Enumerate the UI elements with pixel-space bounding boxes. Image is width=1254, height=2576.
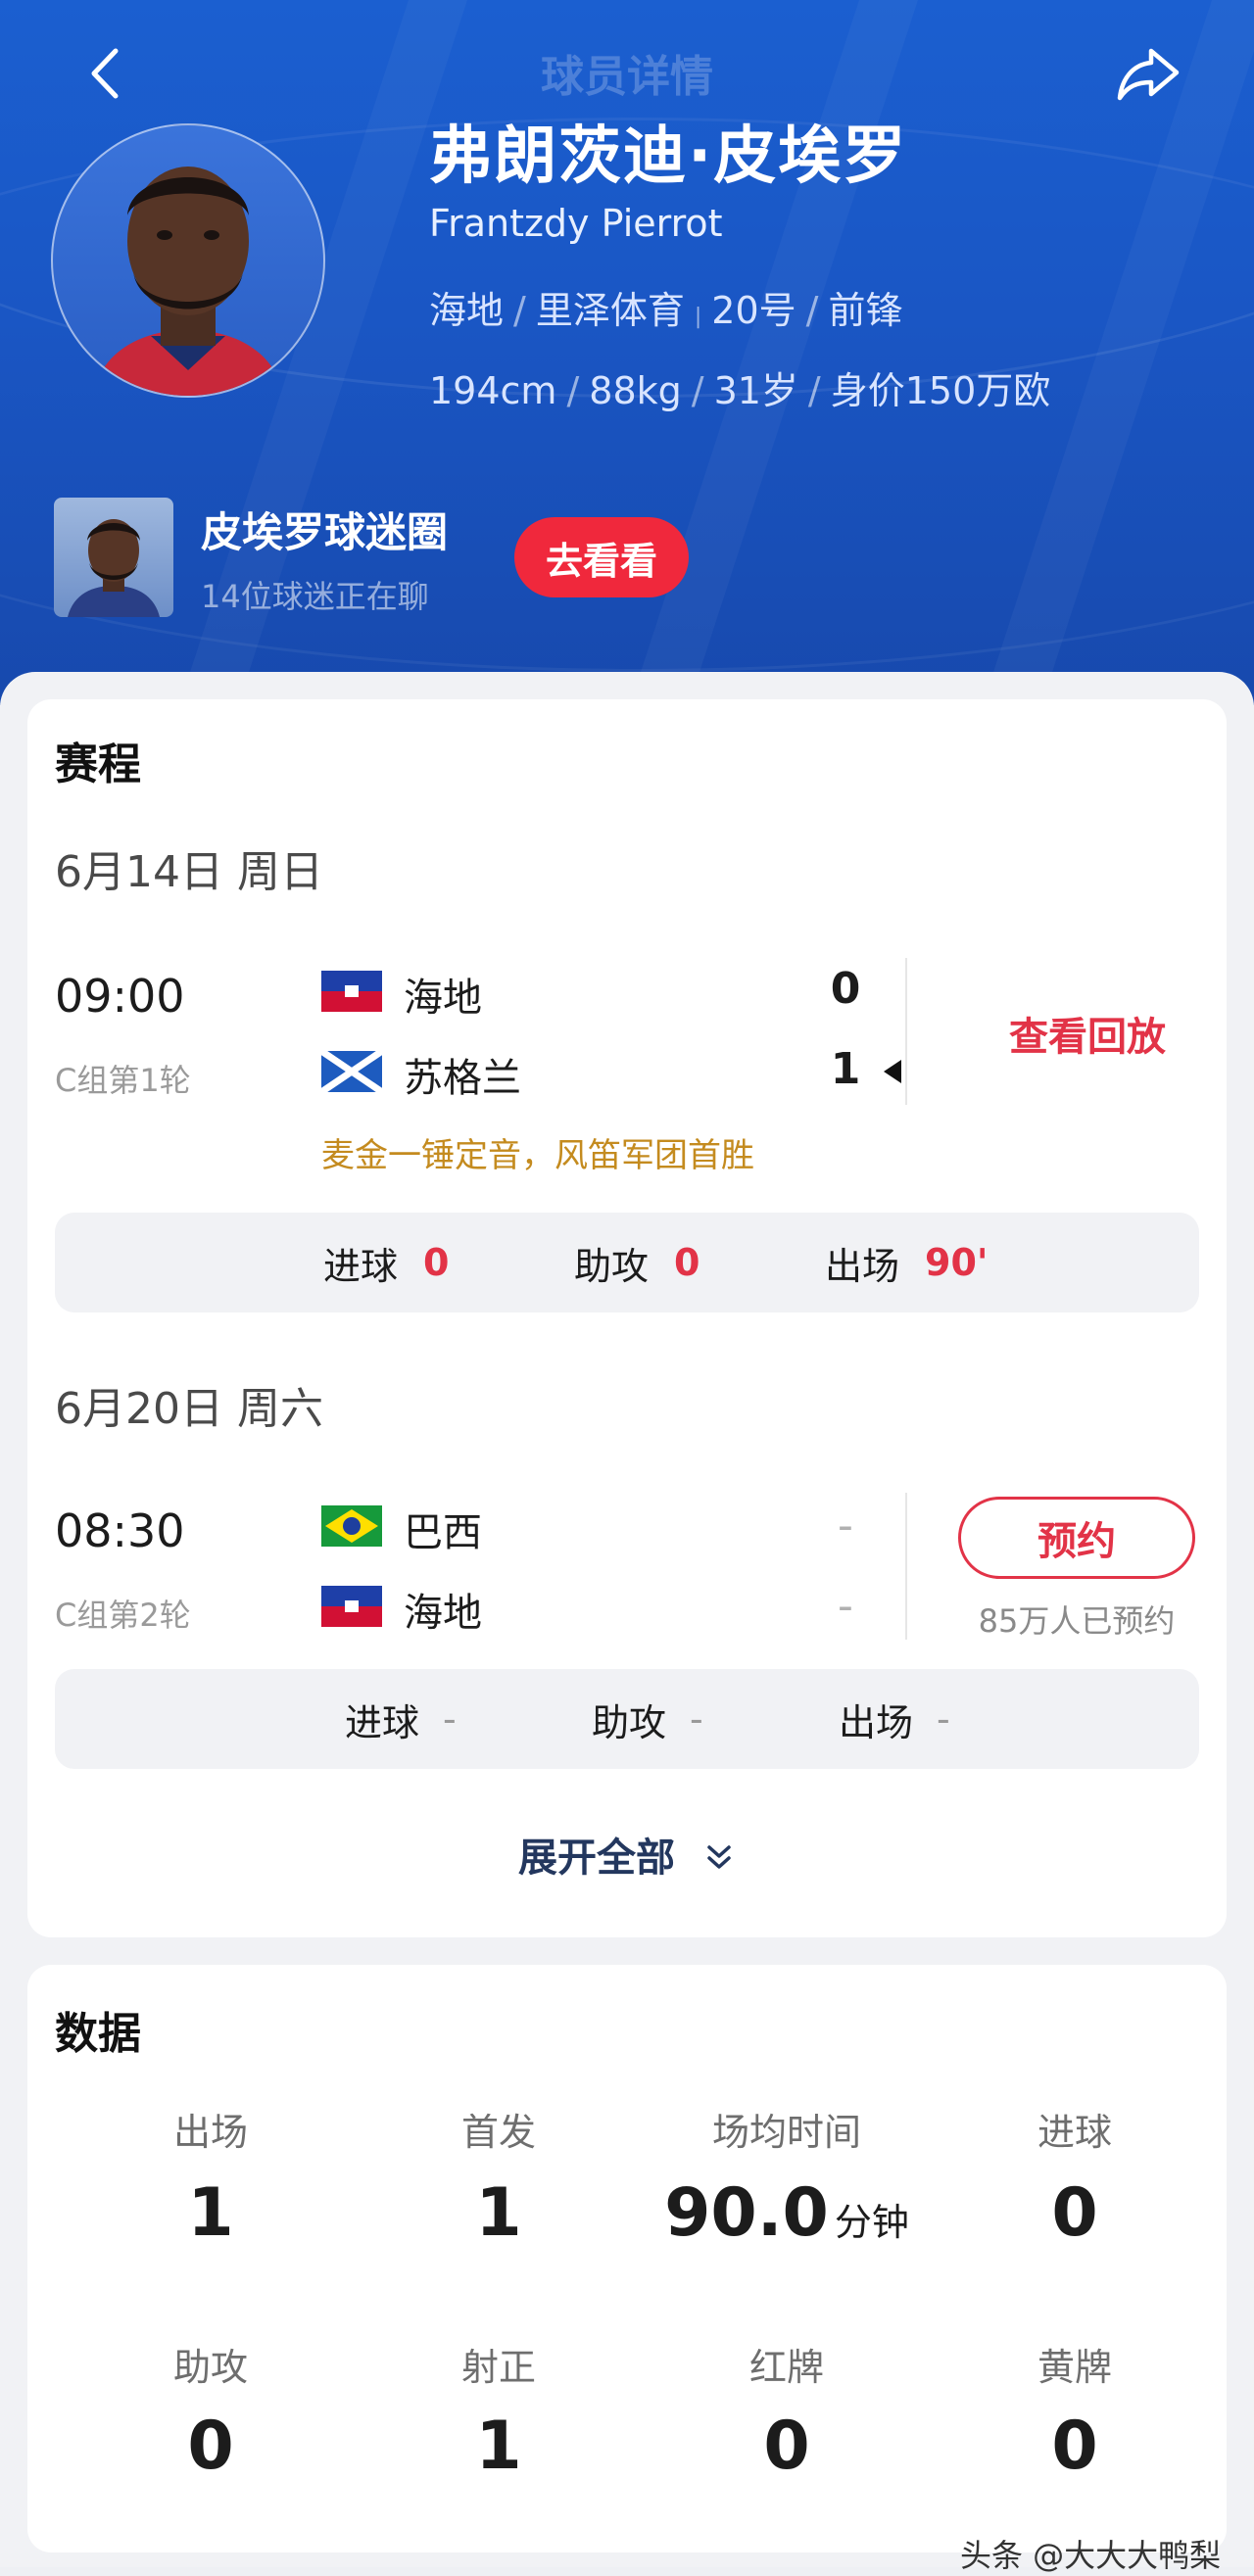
minutes-value: - (937, 1697, 950, 1741)
stat-label: 出场 (172, 2111, 248, 2154)
home-team-name: 海地 (404, 976, 482, 1021)
away-score: - (838, 1581, 853, 1631)
scotland-flag-icon (321, 1051, 382, 1092)
brazil-flag-icon (321, 1505, 382, 1547)
stat-label: 助攻 (172, 2346, 248, 2389)
divider (905, 958, 907, 1105)
player-position: 前锋 (828, 289, 903, 332)
player-info-line-2: 194cm/88kg/31岁 / 身价150万欧 (429, 369, 1051, 412)
stat-value: 90.0 (664, 2174, 829, 2252)
minutes-value: 90' (925, 1241, 989, 1284)
goals-value: - (443, 1697, 457, 1741)
stat-value: 0 (763, 2408, 810, 2485)
stat-value: 0 (1051, 2408, 1098, 2485)
home-team-name: 巴西 (404, 1510, 482, 1555)
fan-circle-photo (68, 519, 160, 617)
player-info-line-1: 海地 / 里泽体育 | 20号 / 前锋 (429, 289, 903, 332)
stat-label: 场均时间 (711, 2111, 861, 2154)
stat-value: 1 (187, 2174, 234, 2252)
goals-stat: 进球 0 (323, 1213, 449, 1312)
stat-value: 0 (1051, 2174, 1098, 2252)
player-weight: 88kg (589, 369, 682, 412)
haiti-flag-icon (321, 1586, 382, 1627)
goals-stat: 进球 - (345, 1669, 457, 1769)
fan-circle-subtitle: 14位球迷正在聊 (201, 578, 429, 615)
match-time: 09:00 (55, 970, 185, 1023)
player-header: 球员详情 弗朗茨迪·皮埃罗 Frantzdy Pierrot 海地 / 里泽体育 | 2… (0, 0, 1254, 705)
share-button[interactable] (1112, 39, 1184, 108)
stat-value-with-unit: 90.0 分钟 (643, 2174, 931, 2252)
fan-circle-title[interactable]: 皮埃罗球迷圈 (201, 500, 448, 559)
stat-value: 1 (475, 2408, 522, 2485)
goals-label: 进球 (345, 1700, 420, 1744)
match-date: 6月14日 周日 (55, 847, 323, 897)
home-score: 0 (830, 964, 861, 1014)
share-icon (1117, 48, 1180, 101)
match-player-stats: 进球 - 助攻 - 出场 - (55, 1669, 1199, 1769)
schedule-title: 赛程 (55, 739, 141, 789)
stat-value: 1 (475, 2174, 522, 2252)
minutes-label: 出场 (839, 1700, 914, 1744)
expand-all-button[interactable]: 展开全部 (27, 1826, 1227, 1883)
goals-value: 0 (423, 1241, 450, 1284)
fan-circle-thumbnail[interactable] (54, 498, 173, 617)
assists-stat: 助攻 0 (574, 1213, 699, 1312)
reserve-button[interactable]: 预约 (958, 1497, 1195, 1579)
away-team-name: 海地 (404, 1591, 482, 1636)
player-avatar (51, 123, 325, 398)
away-score: 1 (830, 1044, 861, 1094)
chevron-double-down-icon (707, 1845, 731, 1869)
fan-circle-go-button[interactable]: 去看看 (514, 517, 689, 597)
reserve-count: 85万人已预约 (978, 1602, 1176, 1640)
stat-label: 红牌 (748, 2346, 824, 2389)
match-round: C组第2轮 (55, 1597, 191, 1634)
stat-label: 进球 (1037, 2111, 1112, 2154)
haiti-flag-icon (321, 971, 382, 1012)
data-title: 数据 (55, 2009, 141, 2059)
stat-label: 首发 (460, 2111, 536, 2154)
watermark: 头条 @大大大鸭梨 (960, 2537, 1222, 2574)
assists-value: 0 (674, 1241, 700, 1284)
expand-all-label: 展开全部 (518, 1836, 676, 1881)
goals-label: 进球 (323, 1244, 399, 1288)
away-team-name: 苏格兰 (404, 1056, 521, 1101)
data-card: 数据 出场 1 首发 1 场均时间 90.0 分钟 进球 0 助攻 0 射正 1 … (27, 1965, 1227, 2552)
player-photo (92, 167, 284, 396)
stat-value: 0 (187, 2408, 234, 2485)
match-player-stats: 进球 0 助攻 0 出场 90' (55, 1213, 1199, 1312)
assists-label: 助攻 (592, 1700, 667, 1744)
stat-unit: 分钟 (834, 2201, 909, 2244)
assists-stat: 助攻 - (592, 1669, 703, 1769)
stat-label: 射正 (460, 2346, 536, 2389)
player-number: 20号 (711, 289, 796, 332)
player-name-cn: 弗朗茨迪·皮埃罗 (429, 120, 908, 193)
assists-label: 助攻 (574, 1244, 650, 1288)
match-headline[interactable]: 麦金一锤定音，风笛军团首胜 (321, 1128, 754, 1176)
page-title: 球员详情 (541, 52, 713, 102)
player-age: 31岁 (713, 369, 798, 412)
player-club: 里泽体育 (535, 289, 685, 332)
match-time: 08:30 (55, 1504, 185, 1557)
match-date: 6月20日 周六 (55, 1384, 323, 1434)
divider (905, 1493, 907, 1640)
stat-label: 黄牌 (1037, 2346, 1112, 2389)
minutes-label: 出场 (825, 1244, 900, 1288)
player-country: 海地 (429, 289, 505, 332)
home-score: - (838, 1501, 853, 1550)
assists-value: - (690, 1697, 703, 1741)
player-name-en: Frantzdy Pierrot (429, 202, 723, 245)
replay-button[interactable]: 查看回放 (970, 1005, 1205, 1062)
minutes-stat: 出场 90' (825, 1213, 989, 1312)
minutes-stat: 出场 - (839, 1669, 950, 1769)
player-height: 194cm (429, 369, 557, 412)
player-value: 身价150万欧 (830, 369, 1051, 412)
schedule-card: 赛程 6月14日 周日 09:00 C组第1轮 海地 0 苏格兰 1 查看回放 … (27, 699, 1227, 1937)
match-round: C组第1轮 (55, 1062, 191, 1099)
winner-indicator-icon (884, 1060, 901, 1083)
